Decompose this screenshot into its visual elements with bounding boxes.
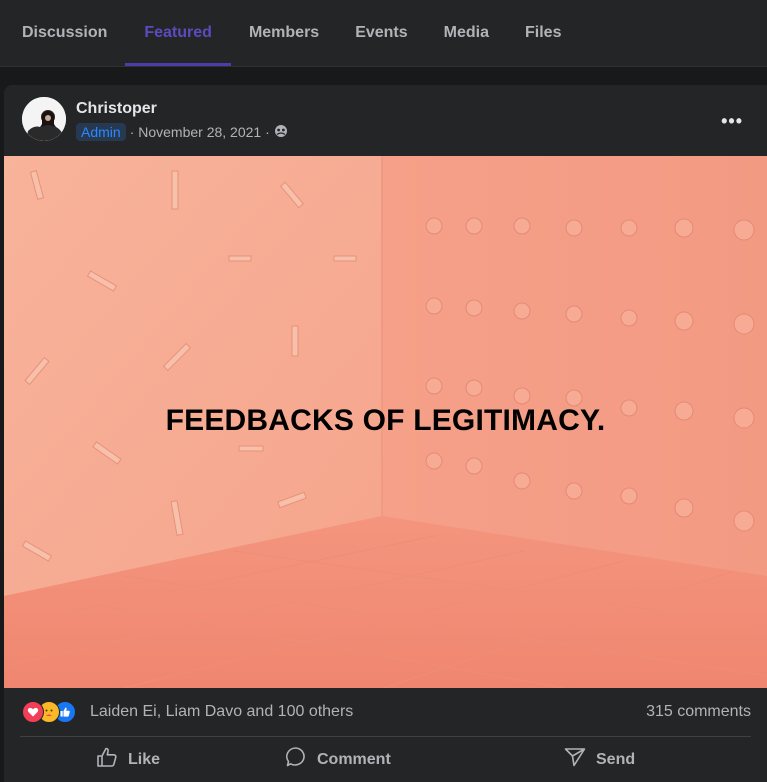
- send-icon: [564, 747, 596, 772]
- post-header: Christoper Admin · November 28, 2021 · •…: [4, 85, 767, 156]
- post-card: Christoper Admin · November 28, 2021 · •…: [4, 85, 767, 782]
- comment-icon: [285, 746, 317, 773]
- send-button[interactable]: Send: [564, 747, 635, 772]
- role-badge: Admin: [76, 123, 126, 141]
- reaction-icons[interactable]: [22, 701, 84, 723]
- like-icon: [96, 747, 128, 772]
- post-date[interactable]: · November 28, 2021 ·: [130, 124, 270, 140]
- comment-label: Comment: [317, 750, 391, 768]
- comments-count[interactable]: 315 comments: [646, 703, 751, 721]
- tab-media[interactable]: Media: [426, 0, 507, 66]
- comment-button[interactable]: Comment: [285, 746, 391, 773]
- tab-discussion[interactable]: Discussion: [4, 0, 125, 66]
- tab-events[interactable]: Events: [337, 0, 425, 66]
- like-button[interactable]: Like: [96, 747, 160, 772]
- post-meta: Admin · November 28, 2021 ·: [76, 123, 288, 141]
- post-image[interactable]: FEEDBACKS OF LEGITIMACY.: [4, 156, 767, 688]
- tab-featured[interactable]: Featured: [125, 0, 231, 66]
- like-label: Like: [128, 750, 161, 768]
- love-reaction-icon: [22, 701, 44, 723]
- tab-files[interactable]: Files: [507, 0, 579, 66]
- reactions-row: Laiden Ei, Liam Davo and 100 others 315 …: [4, 688, 767, 736]
- reactors-summary[interactable]: Laiden Ei, Liam Davo and 100 others: [90, 703, 353, 721]
- group-tabs: Discussion Featured Members Events Media…: [0, 0, 767, 67]
- avatar[interactable]: [22, 97, 66, 141]
- send-label: Send: [596, 750, 636, 768]
- more-options-icon[interactable]: •••: [721, 111, 743, 132]
- group-icon: [274, 124, 288, 141]
- post-author-name[interactable]: Christoper: [76, 100, 157, 118]
- tab-members[interactable]: Members: [231, 0, 337, 66]
- post-actions: Like Comment Send: [4, 737, 767, 782]
- image-headline: FEEDBACKS OF LEGITIMACY.: [165, 404, 606, 437]
